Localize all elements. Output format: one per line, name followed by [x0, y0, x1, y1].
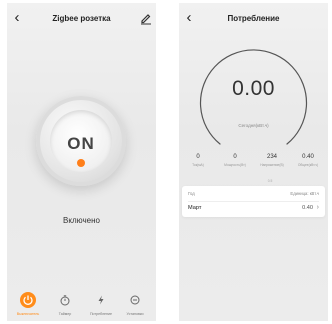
stat-power-value: 0 — [233, 154, 237, 160]
nav-label-settings: Установки — [126, 312, 144, 316]
stat-current-label: Ток(мА) — [192, 163, 204, 167]
nav-item-switch[interactable]: Выключатель — [11, 292, 45, 316]
card-header-row: Год Единица: кВт.ч — [188, 191, 319, 199]
stat-voltage-value: 234 — [266, 154, 277, 160]
left-screen: ‹ Zigbee розетка ON Включено Выключатель — [7, 3, 156, 321]
power-toggle-button[interactable]: ON — [36, 96, 126, 186]
month-row[interactable]: Март 0.40 › — [188, 204, 319, 214]
stat-power: 0 Мощность(Вт) — [218, 154, 252, 167]
power-state-label: ON — [67, 134, 95, 153]
nav-item-settings[interactable]: Установки — [118, 292, 152, 316]
month-value: 0.40 — [302, 205, 313, 211]
back-icon[interactable]: ‹ — [10, 10, 24, 25]
unit-label: Единица: кВт.ч — [290, 191, 319, 196]
energy-icon — [93, 292, 109, 308]
page-title: Zigbee розетка — [52, 14, 111, 23]
stat-total: 0.40 Общее(кВт.ч) — [291, 154, 325, 167]
page-title: Потребление — [227, 14, 280, 23]
stat-total-value: 0.40 — [302, 154, 314, 160]
bottom-nav: Выключатель Таймер Потребление Установки — [7, 292, 156, 321]
power-indicator-dot — [77, 159, 85, 167]
voltage-sub-value: 0.5 — [267, 179, 273, 183]
year-label[interactable]: Год — [188, 191, 195, 196]
nav-item-timer[interactable]: Таймер — [48, 292, 82, 316]
edit-icon[interactable] — [139, 11, 153, 25]
today-consumption-label: Сегодня(кВт.ч) — [238, 123, 269, 128]
monthly-card: Год Единица: кВт.ч Март 0.40 › — [182, 186, 325, 217]
nav-item-consumption[interactable]: Потребление — [84, 292, 118, 316]
settings-icon — [127, 292, 143, 308]
status-text: Включено — [63, 216, 100, 225]
stat-total-label: Общее(кВт.ч) — [297, 163, 319, 167]
left-header: ‹ Zigbee розетка — [7, 3, 156, 33]
month-label: Март — [188, 205, 202, 211]
right-header: ‹ Потребление — [179, 3, 328, 33]
right-screen: ‹ Потребление 0.00 Сегодня(кВт.ч) 0 Ток(… — [179, 3, 328, 321]
timer-icon — [57, 292, 73, 308]
today-consumption-value: 0.00 — [232, 77, 275, 100]
chevron-right-icon: › — [316, 204, 319, 211]
back-icon[interactable]: ‹ — [182, 10, 196, 25]
stat-power-label: Мощность(Вт) — [224, 163, 246, 167]
stat-voltage-label: Напряжение(В) — [260, 163, 284, 167]
nav-label-consumption: Потребление — [89, 312, 113, 316]
nav-label-switch: Выключатель — [16, 312, 40, 316]
card-divider — [188, 201, 319, 202]
stat-voltage: 234 Напряжение(В) — [255, 154, 289, 167]
power-icon — [20, 292, 36, 308]
stats-row: 0 Ток(мА) 0 Мощность(Вт) 234 Напряжение(… — [179, 154, 328, 176]
stat-current-value: 0 — [196, 154, 200, 160]
stat-current: 0 Ток(мА) — [181, 154, 215, 167]
nav-label-timer: Таймер — [58, 312, 72, 316]
